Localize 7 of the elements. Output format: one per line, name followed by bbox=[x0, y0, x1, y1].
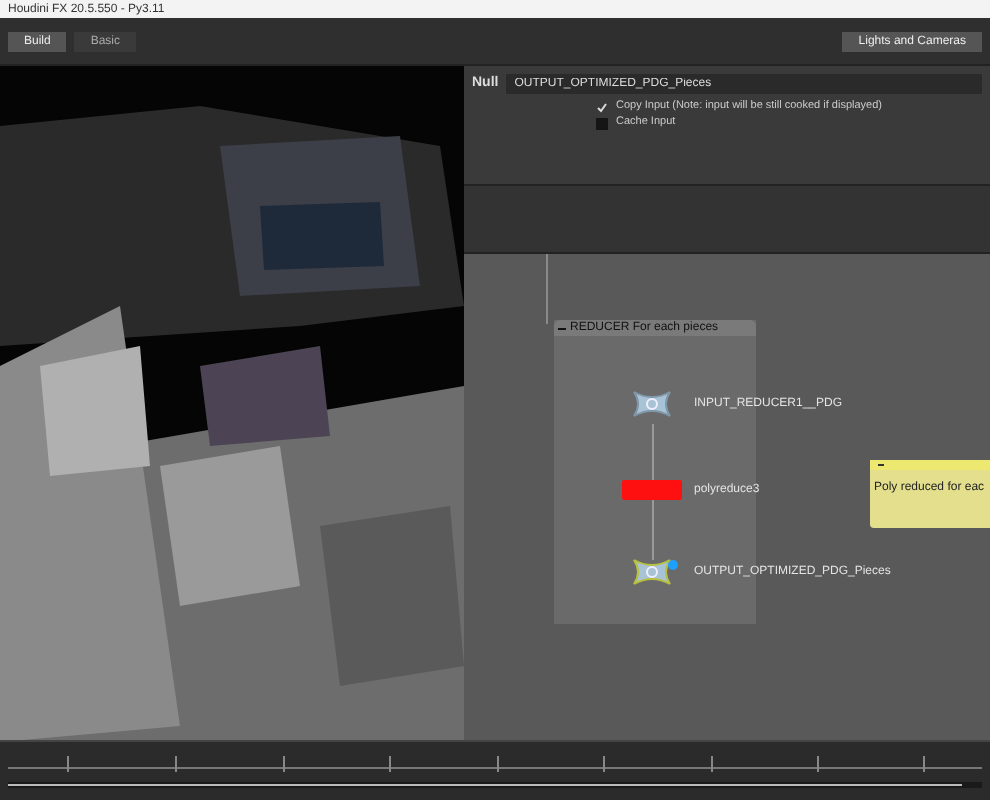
checkbox[interactable] bbox=[596, 101, 608, 113]
node-tile[interactable] bbox=[622, 480, 682, 500]
null-node-icon[interactable] bbox=[630, 558, 674, 586]
checkbox[interactable] bbox=[596, 117, 608, 129]
null-node-icon[interactable] bbox=[630, 390, 674, 418]
display-flag[interactable] bbox=[668, 560, 678, 570]
range-slider[interactable] bbox=[8, 781, 982, 787]
